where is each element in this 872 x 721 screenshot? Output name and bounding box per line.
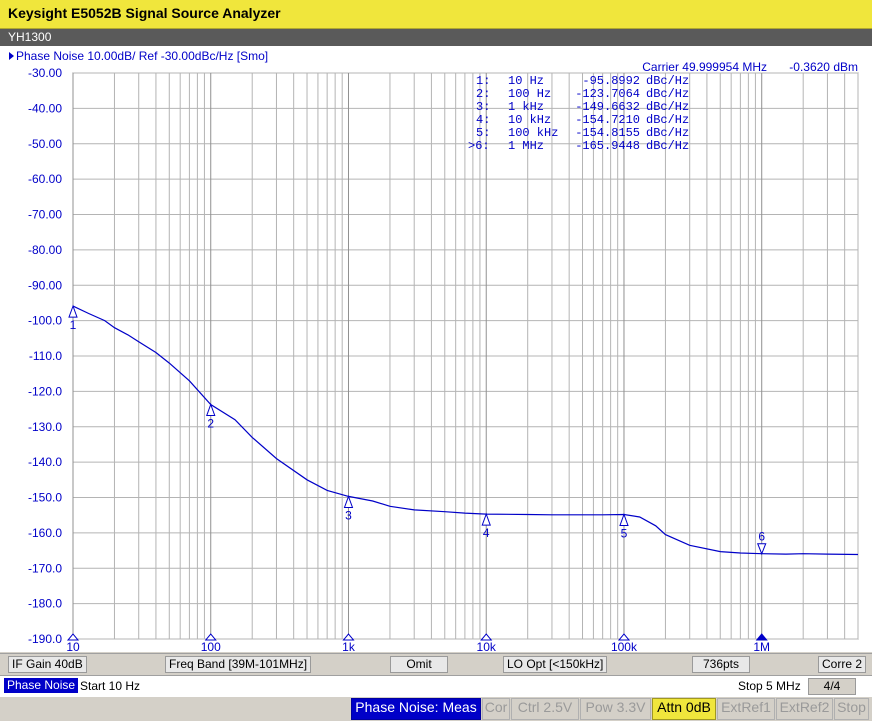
marker-symbols: 1 2 3 4 5 6 xyxy=(68,304,767,556)
marker-table-unit: dBc/Hz xyxy=(646,126,689,140)
start-frequency: Start 10 Hz xyxy=(80,679,141,693)
marker-label: 1 xyxy=(70,318,77,332)
marker-symbol xyxy=(481,512,491,526)
y-axis-labels: -30.00 -40.00 -50.00 -60.00 -70.00 -80.00 -90.… xyxy=(28,66,62,646)
marker-table-num: 3: xyxy=(476,100,490,114)
x-tick-label: 10 xyxy=(66,640,80,652)
y-tick-label: -40.00 xyxy=(28,101,62,115)
y-tick-label: -100.0 xyxy=(28,314,62,328)
status-bar: IF Gain 40dB Freq Band [39M-101MHz] Omit… xyxy=(0,653,872,675)
trace-header: Phase Noise 10.00dB/ Ref -30.00dBc/Hz [S… xyxy=(16,49,268,63)
marker-label: 2 xyxy=(207,416,214,430)
axis-marker-triangle xyxy=(617,633,631,641)
marker-table-value: -123.7064 xyxy=(575,87,640,101)
lo-opt-status[interactable]: LO Opt [<150kHz] xyxy=(503,656,608,673)
x-tick-label: 1M xyxy=(753,640,770,652)
marker-table: 1: 10 Hz -95.8992 dBc/Hz 2: 100 Hz -123.7064 dB… xyxy=(468,74,689,153)
y-tick-label: -110.0 xyxy=(29,349,62,363)
x-tick-label: 100k xyxy=(611,640,638,652)
marker-table-unit: dBc/Hz xyxy=(646,74,689,88)
marker-table-freq: 10 kHz xyxy=(508,113,551,127)
freq-band-status[interactable]: Freq Band [39M-101MHz] xyxy=(165,656,312,673)
window-title: Keysight E5052B Signal Source Analyzer xyxy=(8,5,281,21)
trace-active-icon xyxy=(9,52,14,60)
carrier-power: -0.3620 dBm xyxy=(789,60,858,74)
marker-label: 6 xyxy=(758,530,765,544)
if-gain-status[interactable]: IF Gain 40dB xyxy=(8,656,87,673)
y-tick-label: -180.0 xyxy=(28,597,62,611)
y-tick-label: -190.0 xyxy=(28,632,62,646)
marker-symbol xyxy=(756,543,767,556)
axis-marker-triangle xyxy=(755,633,768,641)
y-tick-label: -130.0 xyxy=(28,420,62,434)
marker-table-num: >6: xyxy=(468,139,490,153)
stop-button[interactable]: Stop xyxy=(834,698,869,720)
y-tick-label: -80.00 xyxy=(28,243,62,257)
x-axis-labels: 10 100 1k 10k 100k 1M xyxy=(66,640,770,652)
omit-status[interactable]: Omit xyxy=(390,656,448,673)
points-status[interactable]: 736pts xyxy=(692,656,750,673)
channel-name: YH1300 xyxy=(8,30,52,44)
marker-label: 5 xyxy=(621,526,628,540)
marker-table-unit: dBc/Hz xyxy=(646,139,689,153)
y-tick-label: -90.00 xyxy=(28,278,62,292)
marker-table-freq: 100 kHz xyxy=(508,126,558,140)
measurement-bar: Phase Noise Start 10 Hz Stop 5 MHz 4/4 xyxy=(0,675,872,697)
correction-status[interactable]: Corre 2 xyxy=(818,656,867,673)
marker-table-freq: 10 Hz xyxy=(508,74,544,88)
marker-table-num: 1: xyxy=(476,74,490,88)
cor-button[interactable]: Cor xyxy=(482,698,510,720)
x-tick-label: 1k xyxy=(342,640,356,652)
marker-table-unit: dBc/Hz xyxy=(646,100,689,114)
ext-ref1-button[interactable]: ExtRef1 xyxy=(717,698,775,720)
y-tick-label: -160.0 xyxy=(28,526,62,540)
marker-table-unit: dBc/Hz xyxy=(646,87,689,101)
axis-marker-triangle xyxy=(204,633,217,641)
axis-marker-triangle xyxy=(480,633,493,641)
marker-table-num: 2: xyxy=(476,87,490,101)
title-bar: Keysight E5052B Signal Source Analyzer xyxy=(0,0,872,29)
softkey-bar: Phase Noise: Meas Cor Ctrl 2.5V Pow 3.3V… xyxy=(0,697,872,721)
marker-label: 3 xyxy=(345,508,352,522)
axis-marker-triangle xyxy=(342,633,355,641)
marker-table-value: -154.8155 xyxy=(575,126,640,140)
y-tick-label: -70.00 xyxy=(28,208,62,222)
channel-bar: YH1300 xyxy=(0,29,872,46)
chart-grid xyxy=(72,72,859,640)
ctrl-voltage-button[interactable]: Ctrl 2.5V xyxy=(511,698,579,720)
y-tick-label: -140.0 xyxy=(28,455,62,469)
y-tick-label: -50.00 xyxy=(28,137,62,151)
page-indicator[interactable]: 4/4 xyxy=(808,678,856,695)
x-tick-label: 100 xyxy=(201,640,221,652)
axis-marker-triangle xyxy=(66,633,80,641)
carrier-frequency: Carrier 49.999954 MHz xyxy=(642,60,767,74)
marker-table-num: 5: xyxy=(476,126,490,140)
marker-label: 4 xyxy=(483,526,490,540)
marker-symbol xyxy=(343,494,354,508)
phase-noise-chart[interactable]: Phase Noise 10.00dB/ Ref -30.00dBc/Hz [S… xyxy=(0,46,872,652)
marker-table-freq: 1 kHz xyxy=(508,100,544,114)
y-tick-label: -150.0 xyxy=(28,491,62,505)
marker-table-unit: dBc/Hz xyxy=(646,113,689,127)
y-tick-label: -30.00 xyxy=(28,66,62,80)
attenuation-button[interactable]: Attn 0dB xyxy=(652,698,716,720)
marker-table-value: -165.9448 xyxy=(575,139,640,153)
x-tick-label: 10k xyxy=(477,640,497,652)
marker-table-num: 4: xyxy=(476,113,490,127)
y-tick-label: -60.00 xyxy=(28,172,62,186)
marker-table-freq: 1 MHz xyxy=(508,139,544,153)
y-tick-label: -170.0 xyxy=(28,561,62,575)
phase-noise-meas-button[interactable]: Phase Noise: Meas xyxy=(351,698,481,720)
ext-ref2-button[interactable]: ExtRef2 xyxy=(776,698,833,720)
y-tick-label: -120.0 xyxy=(28,384,62,398)
plot-area[interactable]: Phase Noise 10.00dB/ Ref -30.00dBc/Hz [S… xyxy=(0,46,872,652)
power-voltage-button[interactable]: Pow 3.3V xyxy=(580,698,651,720)
marker-table-value: -95.8992 xyxy=(582,74,640,88)
marker-table-freq: 100 Hz xyxy=(508,87,551,101)
stop-frequency: Stop 5 MHz xyxy=(738,679,801,693)
measurement-mode[interactable]: Phase Noise xyxy=(4,678,79,693)
marker-table-value: -149.6632 xyxy=(575,100,640,114)
marker-symbol xyxy=(619,513,629,526)
marker-table-value: -154.7210 xyxy=(575,113,640,127)
